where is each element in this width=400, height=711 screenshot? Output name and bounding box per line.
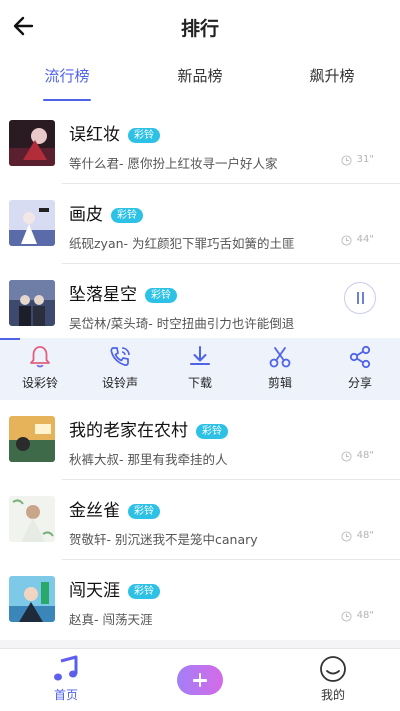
song-title-row: 画皮 彩铃	[69, 200, 143, 225]
song-title: 坠落星空	[69, 285, 137, 305]
song-row[interactable]: 画皮 彩铃 纸砚zyan- 为红颜犯下罪巧舌如簧的土匪 44"	[0, 184, 400, 264]
page-title: 排行	[180, 18, 219, 40]
song-duration: 44"	[356, 234, 374, 245]
top-bar: 排行	[0, 0, 400, 52]
song-row[interactable]: 误红妆 彩铃 等什么君- 愿你扮上红妆寻一户好人家 31"	[0, 104, 400, 184]
song-title-row: 坠落星空 彩铃	[69, 280, 177, 305]
song-row-playing[interactable]: 坠落星空 彩铃 吴岱林/菜头琦- 时空扭曲引力也许能倒退	[0, 264, 400, 338]
song-duration: 48"	[356, 530, 374, 541]
song-title: 画皮	[69, 205, 103, 225]
ringtone-badge: 彩铃	[128, 128, 160, 143]
clock-icon	[341, 611, 352, 622]
action-label: 剪辑	[267, 376, 292, 390]
tab-rising[interactable]: 飙升榜	[267, 65, 397, 86]
plus-icon[interactable]	[177, 665, 223, 695]
download-icon	[190, 346, 210, 365]
song-title-row: 闯天涯 彩铃	[69, 576, 160, 601]
nav-label: 首页	[53, 688, 78, 702]
song-title: 金丝雀	[69, 501, 120, 521]
action-label: 下载	[187, 376, 212, 390]
song-row[interactable]: 金丝雀 彩铃 贺敬轩- 别沉迷我不是笼中canary 48"	[0, 480, 400, 560]
share-icon	[349, 345, 371, 369]
clock-icon	[341, 235, 352, 246]
album-cover	[9, 200, 55, 246]
ringtone-badge: 彩铃	[128, 504, 160, 519]
song-subtitle: 吴岱林/菜头琦- 时空扭曲引力也许能倒退	[69, 316, 295, 331]
song-title-row: 金丝雀 彩铃	[69, 496, 160, 521]
active-tab-indicator	[43, 99, 91, 101]
song-row[interactable]: 闯天涯 彩铃 赵真- 闯荡天涯 48"	[0, 560, 400, 640]
ringtone-badge: 彩铃	[111, 208, 143, 223]
action-label: 设彩铃	[21, 376, 58, 390]
nav-label: 我的	[320, 688, 345, 702]
song-action-bar: 设彩铃 设铃声 下载 剪辑 分享	[0, 338, 400, 400]
action-label: 设铃声	[101, 376, 138, 390]
scissors-icon	[269, 347, 291, 368]
tab-new[interactable]: 新品榜	[135, 65, 265, 86]
set-ringback-button[interactable]: 设彩铃	[10, 344, 70, 391]
song-subtitle: 贺敬轩- 别沉迷我不是笼中canary	[69, 532, 258, 547]
ranking-tabs: 流行榜 新品榜 飙升榜	[0, 52, 400, 104]
album-cover	[9, 576, 55, 622]
clock-icon	[341, 531, 352, 542]
tab-popular[interactable]: 流行榜	[2, 65, 132, 86]
ringtone-badge: 彩铃	[128, 584, 160, 599]
song-title: 我的老家在农村	[69, 421, 188, 441]
album-cover	[9, 416, 55, 462]
song-title-row: 误红妆 彩铃	[69, 120, 160, 145]
nav-home[interactable]: 首页	[26, 655, 106, 703]
song-duration: 48"	[356, 450, 374, 461]
pause-button[interactable]	[344, 282, 376, 314]
clip-button[interactable]: 剪辑	[250, 344, 310, 391]
song-subtitle: 赵真- 闯荡天涯	[69, 612, 153, 627]
smiley-icon	[320, 656, 346, 682]
song-duration: 31"	[356, 154, 374, 165]
progress-indicator	[0, 338, 20, 340]
music-note-icon	[54, 655, 78, 681]
nav-mine[interactable]: 我的	[293, 655, 373, 703]
bottom-nav: 首页 我的	[0, 648, 400, 711]
clock-icon	[341, 451, 352, 462]
ringtone-badge: 彩铃	[145, 288, 177, 303]
song-subtitle: 秋裤大叔- 那里有我牵挂的人	[69, 452, 228, 467]
album-cover	[9, 496, 55, 542]
song-subtitle: 等什么君- 愿你扮上红妆寻一户好人家	[69, 156, 278, 171]
set-ringtone-button[interactable]: 设铃声	[90, 344, 150, 391]
phone-ring-icon	[110, 347, 130, 366]
action-label: 分享	[347, 376, 372, 390]
song-title: 闯天涯	[69, 581, 120, 601]
ringtone-badge: 彩铃	[196, 424, 228, 439]
song-title: 误红妆	[69, 125, 120, 145]
song-title-row: 我的老家在农村 彩铃	[69, 416, 228, 441]
download-button[interactable]: 下载	[170, 344, 230, 391]
share-button[interactable]: 分享	[330, 344, 390, 391]
song-subtitle: 纸砚zyan- 为红颜犯下罪巧舌如簧的土匪	[69, 236, 295, 251]
song-row[interactable]: 我的老家在农村 彩铃 秋裤大叔- 那里有我牵挂的人 48"	[0, 400, 400, 480]
bell-icon	[30, 346, 50, 368]
album-cover	[9, 120, 55, 166]
album-cover	[9, 280, 55, 326]
clock-icon	[341, 155, 352, 166]
song-duration: 48"	[356, 610, 374, 621]
